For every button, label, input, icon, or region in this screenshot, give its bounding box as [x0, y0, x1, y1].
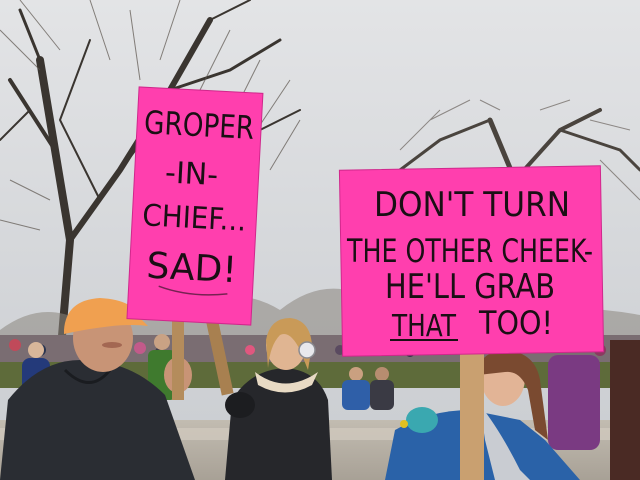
bg-person-right-edge [610, 340, 640, 480]
glove-icon [406, 407, 438, 433]
left-sign: GROPER -IN- CHIEF... SAD! [126, 86, 264, 326]
left-sign-line-3: CHIEF... [141, 198, 247, 238]
right-sign-line-5: TOO! [478, 304, 553, 342]
right-sign-line-3: HE'LL GRAB [385, 267, 555, 307]
right-sign-stick [460, 350, 484, 480]
left-sign-line-2: -IN- [164, 155, 219, 193]
left-sign-line-1: GROPER [143, 103, 255, 147]
bg-person-purple-coat [548, 355, 600, 450]
left-sign-line-4: SAD! [146, 246, 238, 292]
right-sign-line-4: THAT [391, 309, 456, 344]
earmuffs-icon [298, 341, 316, 359]
photo-canvas: GROPER -IN- CHIEF... SAD! DON'T TURN THE… [0, 0, 640, 480]
right-sign-line-2: THE OTHER CHEEK- [346, 232, 593, 270]
protest-photo: GROPER -IN- CHIEF... SAD! DON'T TURN THE… [0, 0, 640, 480]
right-sign-line-1: DON'T TURN [374, 185, 570, 225]
right-sign: DON'T TURN THE OTHER CHEEK- HE'LL GRAB T… [338, 165, 605, 357]
